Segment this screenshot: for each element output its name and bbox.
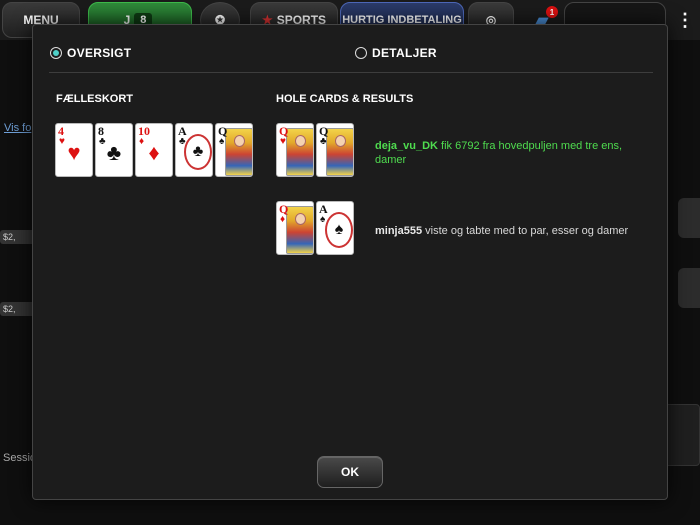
playing-card: Q ♣ xyxy=(316,123,354,177)
card-suit: ♣ xyxy=(320,136,327,147)
side-tab[interactable] xyxy=(678,268,700,308)
card-center-suit: ♠ xyxy=(325,212,353,248)
playing-card: 8 ♣ ♣ xyxy=(95,123,133,177)
ok-button[interactable]: OK xyxy=(317,456,383,488)
radio-selected-icon xyxy=(50,47,62,59)
tab-overview-label: OVERSIGT xyxy=(67,46,132,60)
playing-card: 10 ♦ ♦ xyxy=(135,123,173,177)
side-tab[interactable] xyxy=(678,198,700,238)
card-center-suit: ♦ xyxy=(148,140,160,165)
playing-card: Q ♦ xyxy=(276,201,314,255)
community-cards-heading: FÆLLESKORT xyxy=(56,93,133,105)
card-center-suit: ♣ xyxy=(106,140,122,165)
card-suit: ♠ xyxy=(320,214,326,225)
card-center-suit: ♥ xyxy=(67,140,81,165)
bag-badge: 1 xyxy=(546,6,558,18)
hole-cards-player-2: Q ♦ A ♠ ♠ xyxy=(276,201,354,255)
hole-cards-player-1: Q ♥ Q ♣ xyxy=(276,123,354,177)
player-name: minja555 xyxy=(375,225,423,237)
vertical-dots-icon[interactable]: ⋮ xyxy=(672,2,698,38)
queen-portrait-icon xyxy=(225,128,252,176)
card-suit: ♦ xyxy=(280,214,286,225)
radio-unselected-icon xyxy=(355,47,367,59)
tab-details-label: DETALJER xyxy=(372,46,437,60)
divider xyxy=(49,72,653,73)
playing-card: Q ♠ xyxy=(215,123,253,177)
player-name: deja_vu_DK xyxy=(375,140,438,152)
playing-card: Q ♥ xyxy=(276,123,314,177)
queen-portrait-icon xyxy=(286,206,313,254)
queen-portrait-icon xyxy=(286,128,313,176)
hand-result-winner: deja_vu_DK fik 6792 fra hovedpuljen med … xyxy=(375,139,635,167)
hand-history-dialog: OVERSIGT DETALJER FÆLLESKORT HOLE CARDS … xyxy=(32,24,668,500)
background-link[interactable]: Vis fo xyxy=(4,122,31,134)
community-cards: 4 ♥ ♥ 8 ♣ ♣ 10 ♦ ♦ A ♣ ♣ Q ♠ xyxy=(55,123,253,177)
hand-result-loser: minja555 viste og tabte med to par, esse… xyxy=(375,224,635,238)
hole-cards: Q ♥ Q ♣ xyxy=(276,123,354,177)
tab-overview[interactable]: OVERSIGT xyxy=(50,46,131,60)
queen-portrait-icon xyxy=(326,128,353,176)
card-suit: ♥ xyxy=(280,136,286,147)
card-center-suit: ♣ xyxy=(184,134,212,170)
hole-cards: Q ♦ A ♠ ♠ xyxy=(276,201,354,255)
playing-card: A ♠ ♠ xyxy=(316,201,354,255)
card-suit: ♠ xyxy=(219,136,225,147)
tab-bar: OVERSIGT DETALJER xyxy=(33,25,667,72)
playing-card: A ♣ ♣ xyxy=(175,123,213,177)
result-text: viste og tabte med to par, esser og dame… xyxy=(422,225,629,237)
hole-cards-heading: HOLE CARDS & RESULTS xyxy=(276,93,414,105)
tab-details[interactable]: DETALJER xyxy=(355,46,437,60)
playing-card: 4 ♥ ♥ xyxy=(55,123,93,177)
